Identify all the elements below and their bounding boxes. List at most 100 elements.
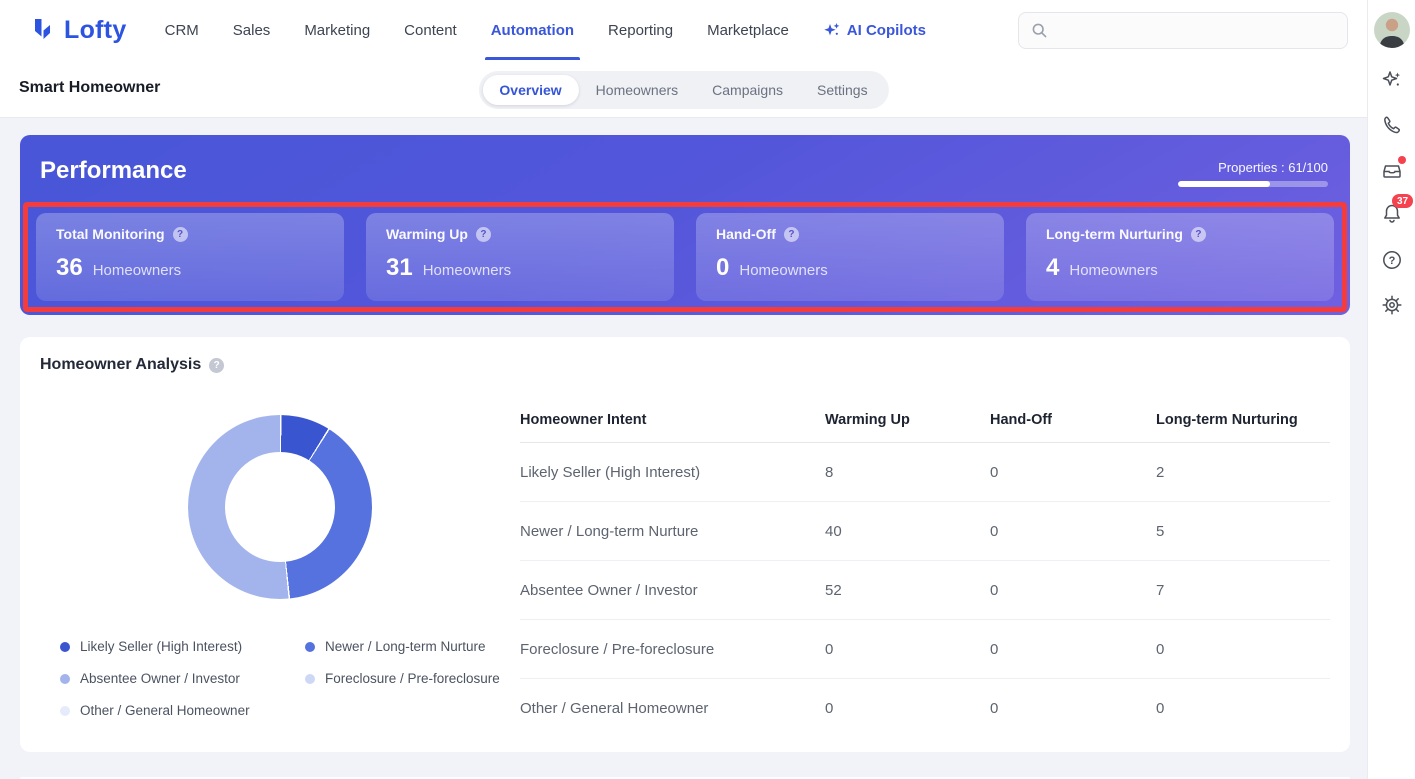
- column-header-warming-up: Warming Up: [825, 412, 990, 428]
- help-icon[interactable]: ?: [209, 358, 224, 373]
- inbox-unread-dot: [1398, 156, 1406, 164]
- table-row-newer-long-term-nurture: Newer / Long-term Nurture4005: [520, 502, 1330, 561]
- table-body: Likely Seller (High Interest)802Newer / …: [520, 443, 1330, 738]
- cell-value: 0: [990, 641, 1156, 658]
- cell-intent: Newer / Long-term Nurture: [520, 523, 825, 540]
- homeowner-intent-donut-chart: [188, 415, 372, 599]
- gear-icon: [1380, 293, 1404, 317]
- nav-item-reporting[interactable]: Reporting: [608, 0, 673, 60]
- stat-card-unit: Homeowners: [423, 262, 511, 279]
- stat-card-label: Hand-Off: [716, 226, 776, 242]
- stat-card-value: 36: [56, 254, 83, 282]
- cell-intent: Absentee Owner / Investor: [520, 582, 825, 599]
- stat-card-label: Total Monitoring: [56, 226, 165, 242]
- lofty-logo[interactable]: Lofty: [30, 16, 127, 45]
- legend-label: Absentee Owner / Investor: [80, 671, 240, 686]
- legend-label: Newer / Long-term Nurture: [325, 639, 486, 654]
- nav-item-marketing[interactable]: Marketing: [304, 0, 370, 60]
- analysis-header: Homeowner Analysis ?: [40, 356, 224, 374]
- lofty-logo-text: Lofty: [64, 16, 127, 45]
- cell-value: 0: [1156, 700, 1330, 717]
- homeowner-analysis-card: Homeowner Analysis ? Likely Seller (High…: [20, 337, 1350, 752]
- primary-nav: CRM Sales Marketing Content Automation Report…: [165, 0, 789, 60]
- table-row-likely-seller-high-interest: Likely Seller (High Interest)802: [520, 443, 1330, 502]
- ai-copilots-label: AI Copilots: [847, 22, 926, 39]
- table-row-absentee-owner-investor: Absentee Owner / Investor5207: [520, 561, 1330, 620]
- intent-table: Homeowner IntentWarming UpHand-OffLong-t…: [520, 412, 1330, 738]
- stat-card-value: 31: [386, 254, 413, 282]
- card-help-icon[interactable]: ?: [1191, 227, 1206, 242]
- table-row-other-general-homeowner: Other / General Homeowner000: [520, 679, 1330, 738]
- right-icon-rail: 37 ?: [1367, 0, 1415, 779]
- annotation-highlight-box: Total Monitoring? 36 Homeowners Warming Up?…: [23, 202, 1347, 312]
- legend-label: Foreclosure / Pre-foreclosure: [325, 671, 500, 686]
- notifications-button[interactable]: 37: [1380, 201, 1404, 225]
- nav-item-marketplace[interactable]: Marketplace: [707, 0, 789, 60]
- performance-title: Performance: [40, 157, 187, 185]
- stat-card-value: 0: [716, 254, 729, 282]
- legend-item-foreclosure-pre-foreclosure: Foreclosure / Pre-foreclosure: [305, 671, 500, 686]
- stat-card-unit: Homeowners: [1069, 262, 1157, 279]
- nav-item-automation[interactable]: Automation: [491, 0, 574, 60]
- nav-item-content[interactable]: Content: [404, 0, 457, 60]
- sparkles-icon: [1380, 68, 1404, 92]
- stat-card-unit: Homeowners: [739, 262, 827, 279]
- inbox-button[interactable]: [1380, 158, 1404, 182]
- cell-value: 0: [825, 641, 990, 658]
- properties-progress-fill: [1178, 181, 1270, 187]
- settings-button[interactable]: [1380, 293, 1404, 317]
- properties-usage-label: Properties : 61/100: [1218, 160, 1328, 175]
- cell-value: 5: [1156, 523, 1330, 540]
- cell-value: 52: [825, 582, 990, 599]
- legend-label: Other / General Homeowner: [80, 703, 250, 718]
- svg-text:?: ?: [1389, 255, 1396, 267]
- nav-item-sales[interactable]: Sales: [233, 0, 271, 60]
- card-help-icon[interactable]: ?: [784, 227, 799, 242]
- cell-value: 0: [990, 464, 1156, 481]
- column-header-hand-off: Hand-Off: [990, 412, 1156, 428]
- card-help-icon[interactable]: ?: [476, 227, 491, 242]
- cell-value: 0: [990, 582, 1156, 599]
- notification-count-badge: 37: [1392, 194, 1413, 208]
- ai-assistant-button[interactable]: [1380, 68, 1404, 92]
- nav-item-crm[interactable]: CRM: [165, 0, 199, 60]
- avatar-photo: [1374, 12, 1410, 48]
- legend-dot: [305, 674, 315, 684]
- tab-homeowners[interactable]: Homeowners: [579, 75, 695, 105]
- lofty-logo-icon: [30, 17, 57, 44]
- stat-card-label: Warming Up: [386, 226, 468, 242]
- app-window: Lofty CRM Sales Marketing Content Automation…: [0, 0, 1415, 779]
- table-header-row: Homeowner IntentWarming UpHand-OffLong-t…: [520, 412, 1330, 443]
- cell-value: 0: [1156, 641, 1330, 658]
- search-input[interactable]: [1056, 23, 1347, 39]
- stat-card-value: 4: [1046, 254, 1059, 282]
- legend-item-likely-seller-high-interest: Likely Seller (High Interest): [60, 639, 285, 654]
- legend-item-other-general-homeowner: Other / General Homeowner: [60, 703, 285, 718]
- column-header-homeowner-intent: Homeowner Intent: [520, 412, 825, 428]
- dialer-button[interactable]: [1380, 113, 1404, 137]
- global-search[interactable]: [1018, 12, 1348, 49]
- search-icon: [1031, 22, 1048, 39]
- nav-item-ai-copilots[interactable]: AI Copilots: [823, 21, 926, 39]
- help-button[interactable]: ?: [1380, 248, 1404, 272]
- legend-dot: [60, 642, 70, 652]
- tab-settings[interactable]: Settings: [800, 75, 885, 105]
- analysis-title: Homeowner Analysis: [40, 356, 201, 374]
- top-navigation: Lofty CRM Sales Marketing Content Automation…: [0, 0, 1367, 60]
- user-avatar[interactable]: [1374, 12, 1410, 48]
- stat-card-long-term-nurturing: Long-term Nurturing?4Homeowners: [1026, 213, 1334, 301]
- legend-item-absentee-owner-investor: Absentee Owner / Investor: [60, 671, 285, 686]
- card-help-icon[interactable]: ?: [173, 227, 188, 242]
- stat-card-hand-off: Hand-Off? 0 Homeowners: [696, 213, 1004, 301]
- cell-value: 2: [1156, 464, 1330, 481]
- cell-value: 7: [1156, 582, 1330, 599]
- cell-value: 0: [990, 700, 1156, 717]
- cell-value: 8: [825, 464, 990, 481]
- tab-overview[interactable]: Overview: [482, 75, 578, 105]
- legend-label: Likely Seller (High Interest): [80, 639, 242, 654]
- legend-dot: [305, 642, 315, 652]
- tab-campaigns[interactable]: Campaigns: [695, 75, 800, 105]
- cell-intent: Foreclosure / Pre-foreclosure: [520, 641, 825, 658]
- legend-item-newer-long-term-nurture: Newer / Long-term Nurture: [305, 639, 500, 654]
- cell-value: 0: [990, 523, 1156, 540]
